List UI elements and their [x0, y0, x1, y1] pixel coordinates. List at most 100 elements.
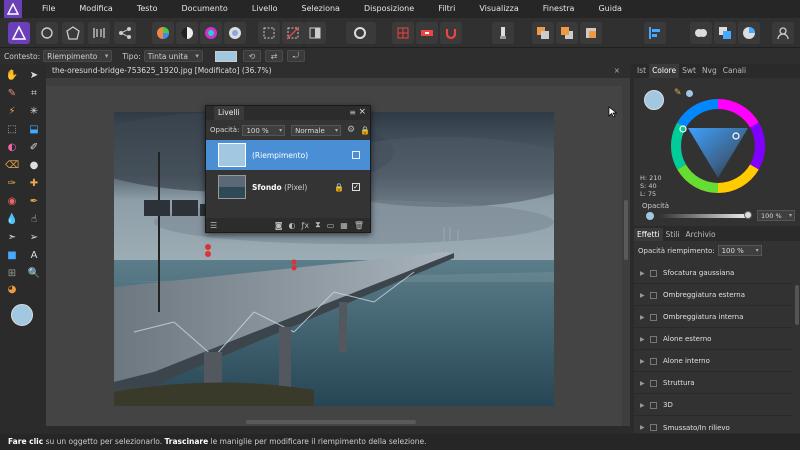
effect-row[interactable]: ▶ Struttura: [634, 373, 792, 394]
menu-seleziona[interactable]: Seleziona: [290, 0, 352, 18]
effect-checkbox[interactable]: [650, 424, 657, 431]
layers-panel-header[interactable]: Livelli ≡ ×: [206, 106, 370, 120]
menu-documento[interactable]: Documento: [169, 0, 239, 18]
color-picker-tool-icon[interactable]: ✎: [5, 86, 19, 100]
adjustment-layer-icon[interactable]: ◐: [289, 221, 296, 230]
snapping-magnet-icon[interactable]: [440, 22, 462, 44]
menu-file[interactable]: File: [30, 0, 67, 18]
auto-levels-icon[interactable]: [152, 22, 174, 44]
expand-arrow-icon[interactable]: ▶: [640, 380, 646, 387]
tab-effetti[interactable]: Effetti: [634, 227, 663, 242]
crop-tool-icon[interactable]: ⌗: [27, 86, 41, 100]
deselect-icon[interactable]: [282, 22, 304, 44]
menu-filtri[interactable]: Filtri: [426, 0, 467, 18]
align-icon[interactable]: [644, 22, 666, 44]
effect-checkbox[interactable]: [650, 335, 657, 343]
tab-stili[interactable]: Stili: [663, 228, 683, 242]
reset-fill-icon[interactable]: ⟲: [242, 50, 261, 62]
eyedropper-icon[interactable]: ✎: [674, 88, 682, 98]
marquee-tool-icon[interactable]: ⬚: [5, 122, 19, 136]
color-opacity-slider[interactable]: [660, 214, 748, 218]
blend-mode-select[interactable]: Normale: [291, 124, 341, 136]
layer-row-fill[interactable]: (Riempimento): [206, 140, 370, 170]
share-icon[interactable]: [114, 22, 136, 44]
add-pixel-layer-icon[interactable]: ▦: [340, 221, 348, 230]
tab-nvg[interactable]: Nvg: [699, 64, 720, 78]
dodge-tool-icon[interactable]: ●: [27, 158, 41, 172]
affinity-photo-logo-icon[interactable]: [4, 0, 22, 18]
blemish-tool-icon[interactable]: ✒: [27, 194, 41, 208]
boolean-intersect-icon[interactable]: [738, 22, 760, 44]
effect-row[interactable]: ▶ Ombreggiatura esterna: [634, 285, 792, 306]
view-hand-tool-icon[interactable]: ✋: [5, 68, 19, 82]
paint-brush-tool-icon[interactable]: ✐: [27, 140, 41, 154]
menu-guida[interactable]: Guida: [586, 0, 633, 18]
lock-icon[interactable]: 🔒: [334, 183, 344, 192]
horizontal-scrollbar[interactable]: [246, 420, 416, 424]
text-tool-icon[interactable]: A: [27, 248, 41, 262]
menu-livello[interactable]: Livello: [240, 0, 290, 18]
healing-brush-tool-icon[interactable]: ✚: [27, 176, 41, 190]
selection-brush-tool-icon[interactable]: ⚡: [5, 104, 19, 118]
grid-snap-icon[interactable]: [392, 22, 414, 44]
flood-select-tool-icon[interactable]: ✳: [27, 104, 41, 118]
tab-archivio[interactable]: Archivio: [682, 228, 718, 242]
effect-checkbox[interactable]: [650, 269, 657, 277]
invert-selection-icon[interactable]: [304, 22, 326, 44]
menu-modifica[interactable]: Modifica: [67, 0, 124, 18]
opacity-select[interactable]: 100 %: [242, 124, 286, 136]
smudge-tool-icon[interactable]: ☝: [27, 212, 41, 226]
context-select[interactable]: Riempimento: [43, 50, 113, 62]
erase-brush-tool-icon[interactable]: ⌫: [5, 158, 19, 172]
expand-arrow-icon[interactable]: ▶: [640, 292, 646, 299]
rectangle-tool-icon[interactable]: ■: [5, 248, 19, 262]
menu-testo[interactable]: Testo: [125, 0, 170, 18]
lock-icon[interactable]: 🔒: [360, 126, 370, 135]
close-icon[interactable]: ×: [358, 107, 366, 117]
rotate-fill-icon[interactable]: ⤾: [286, 50, 305, 62]
gradient-tool-icon[interactable]: ◐: [5, 140, 19, 154]
node-tool-icon[interactable]: ➢: [27, 230, 41, 244]
effect-checkbox[interactable]: [650, 357, 657, 365]
layer-row-background[interactable]: Sfondo (Pixel) 🔒 ✓: [206, 172, 370, 202]
effect-checkbox[interactable]: [650, 379, 657, 387]
red-eye-tool-icon[interactable]: ◉: [5, 194, 19, 208]
liquify-persona-icon[interactable]: [36, 22, 58, 44]
auto-colors-icon[interactable]: [200, 22, 222, 44]
fill-opacity-select[interactable]: 100 %: [717, 245, 762, 256]
develop-persona-icon[interactable]: [62, 22, 84, 44]
live-filter-icon[interactable]: ƒx: [302, 221, 310, 230]
effect-checkbox[interactable]: [650, 313, 657, 321]
expand-arrow-icon[interactable]: ▶: [640, 336, 646, 343]
photo-persona-icon[interactable]: [8, 22, 30, 44]
layers-panel-title[interactable]: Livelli: [214, 106, 244, 120]
tab-colore[interactable]: Colore: [649, 64, 680, 78]
tab-ist[interactable]: Ist: [634, 64, 649, 78]
current-color-swatch[interactable]: [11, 304, 33, 326]
color-opacity-handle[interactable]: [744, 211, 752, 219]
tab-canali[interactable]: Canali: [720, 64, 749, 78]
expand-arrow-icon[interactable]: ▶: [640, 358, 646, 365]
move-tool-icon[interactable]: ➤: [27, 68, 41, 82]
expand-arrow-icon[interactable]: ▶: [640, 314, 646, 321]
panel-menu-icon[interactable]: ≡: [349, 108, 356, 117]
effects-scrollbar[interactable]: [795, 285, 799, 325]
effect-row[interactable]: ▶ Sfocatura gaussiana: [634, 263, 792, 284]
mask-layer-icon[interactable]: ◙: [275, 221, 283, 230]
quick-mask-icon[interactable]: [346, 22, 376, 44]
effect-checkbox[interactable]: [650, 401, 657, 409]
menu-visualizza[interactable]: Visualizza: [467, 0, 530, 18]
auto-white-balance-icon[interactable]: [224, 22, 246, 44]
expand-arrow-icon[interactable]: ▶: [640, 402, 646, 409]
boolean-subtract-icon[interactable]: [714, 22, 736, 44]
effect-row[interactable]: ▶ 3D: [634, 395, 792, 416]
document-tab[interactable]: the-oresund-bridge-753625_1920.jpg [Modi…: [46, 64, 630, 78]
flood-fill-tool-icon[interactable]: ⬓: [27, 122, 41, 136]
layer-visibility-checkbox[interactable]: [352, 151, 360, 159]
menu-disposizione[interactable]: Disposizione: [352, 0, 426, 18]
mesh-warp-tool-icon[interactable]: ⊞: [5, 266, 19, 280]
user-icon[interactable]: [772, 22, 794, 44]
menu-finestra[interactable]: Finestra: [531, 0, 587, 18]
color-opacity-select[interactable]: 100 %: [757, 210, 795, 221]
fill-color-swatch[interactable]: [214, 50, 237, 62]
